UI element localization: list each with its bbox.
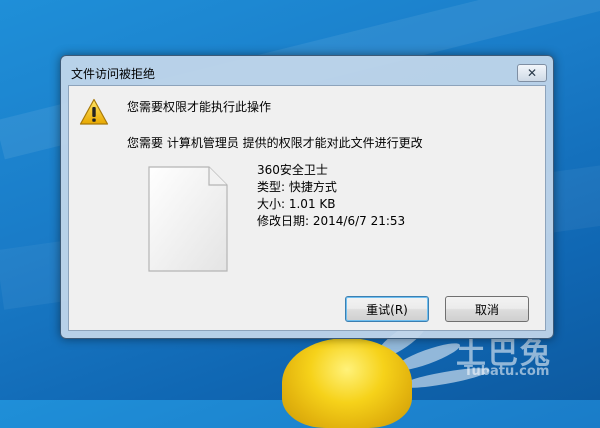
file-modified: 修改日期: 2014/6/7 21:53 (257, 214, 406, 228)
wallpaper-flower (282, 338, 412, 428)
dialog-heading: 您需要权限才能执行此操作 (127, 100, 272, 114)
close-button[interactable]: ✕ (517, 64, 547, 82)
cancel-button[interactable]: 取消 (445, 296, 529, 322)
file-type: 类型: 快捷方式 (257, 180, 337, 194)
dialog-titlebar[interactable]: 文件访问被拒绝 ✕ (61, 56, 553, 86)
dialog-content: 您需要权限才能执行此操作 您需要 计算机管理员 提供的权限才能对此文件进行更改 … (68, 85, 546, 331)
file-size: 大小: 1.01 KB (257, 197, 336, 211)
dialog-message: 您需要 计算机管理员 提供的权限才能对此文件进行更改 (127, 136, 423, 150)
file-icon (148, 166, 228, 272)
dialog-title: 文件访问被拒绝 (71, 67, 156, 81)
access-denied-dialog: 文件访问被拒绝 ✕ 您需要权限才能执行此操作 您需要 计算机管理员 提供的权限才… (60, 55, 554, 339)
file-name: 360安全卫士 (257, 163, 328, 177)
close-icon: ✕ (526, 66, 538, 80)
file-details: 360安全卫士 类型: 快捷方式 大小: 1.01 KB 修改日期: 2014/… (257, 162, 405, 230)
watermark-url: Tubatu.com (464, 364, 550, 379)
retry-button[interactable]: 重试(R) (345, 296, 429, 322)
warning-icon (79, 98, 109, 125)
